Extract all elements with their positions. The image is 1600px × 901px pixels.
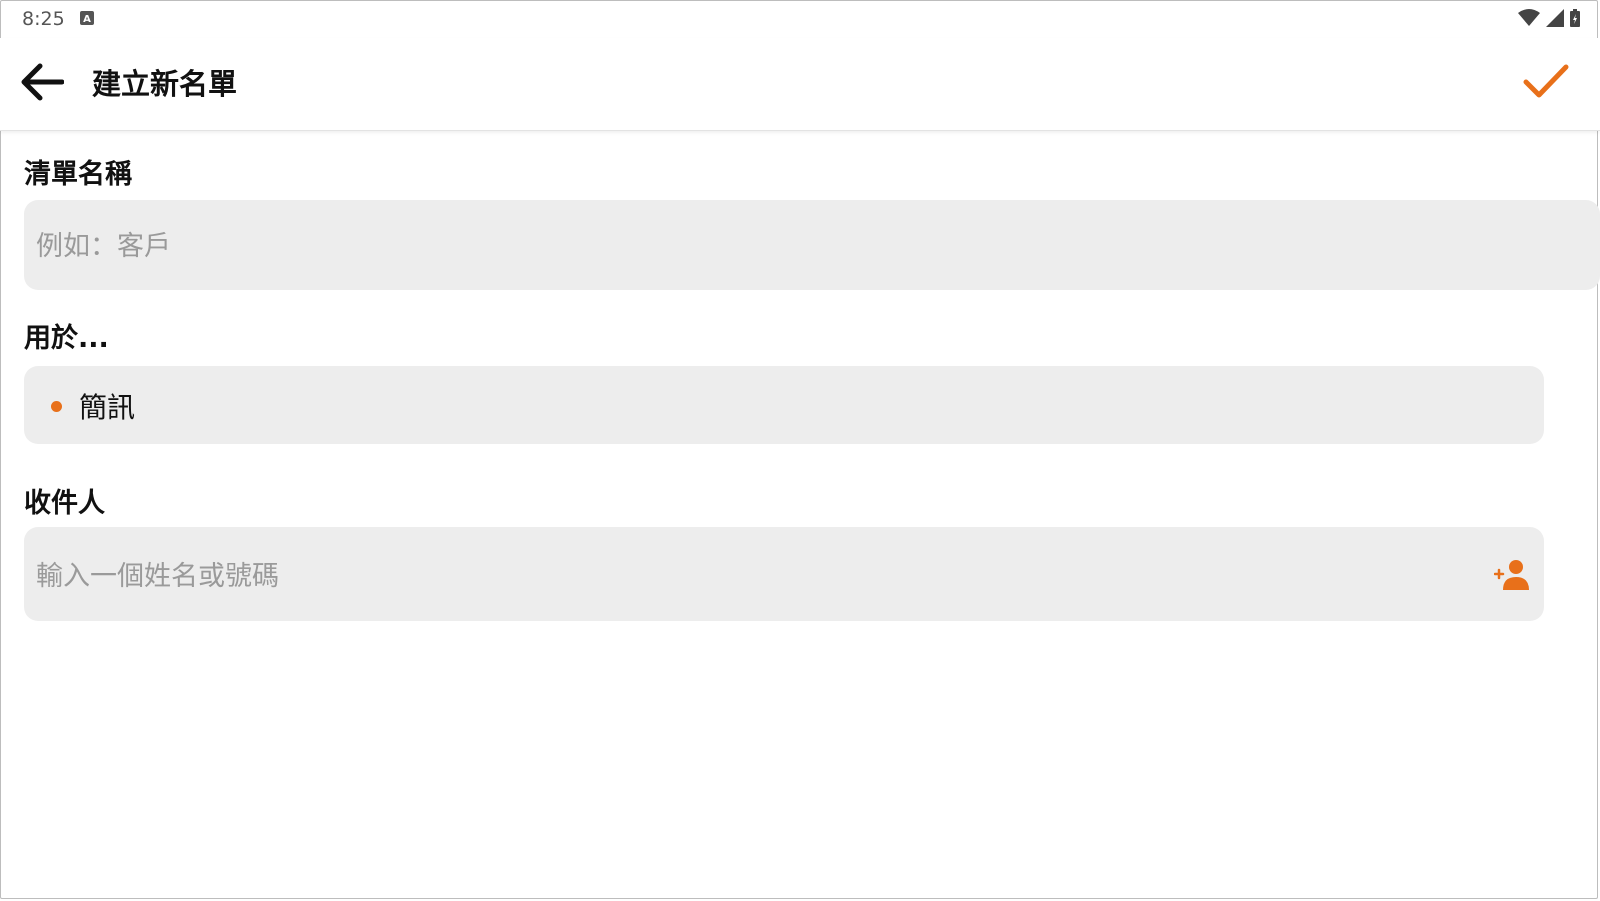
used-for-label: 用於... [24,323,109,354]
recipients-input[interactable]: 輸入一個姓名或號碼 [24,527,1544,621]
a-badge-icon: A [80,11,94,25]
signal-icon [1546,9,1564,27]
used-for-option: 簡訊 [79,391,136,424]
arrow-left-icon [21,63,64,101]
add-person-icon[interactable] [1494,557,1530,593]
list-name-label: 清單名稱 [24,159,132,190]
selected-dot-icon [51,401,62,412]
confirm-button[interactable] [1520,56,1572,108]
status-bar: 8:25 A [0,0,1600,38]
recipients-label: 收件人 [24,488,105,519]
wifi-icon [1518,9,1540,26]
battery-icon [1570,9,1580,27]
svg-text:A: A [83,14,91,25]
list-name-placeholder: 例如：客戶 [36,231,171,262]
status-time: 8:25 [22,8,65,30]
app-bar: 建立新名單 [0,38,1600,131]
window-frame [0,0,1598,899]
checkmark-icon [1523,64,1569,98]
page-title: 建立新名單 [92,67,238,101]
back-button[interactable] [18,58,66,106]
recipients-placeholder: 輸入一個姓名或號碼 [36,561,279,592]
used-for-selector[interactable]: 簡訊 [24,366,1544,444]
list-name-input[interactable]: 例如：客戶 [24,200,1600,290]
status-icons [1518,9,1580,27]
